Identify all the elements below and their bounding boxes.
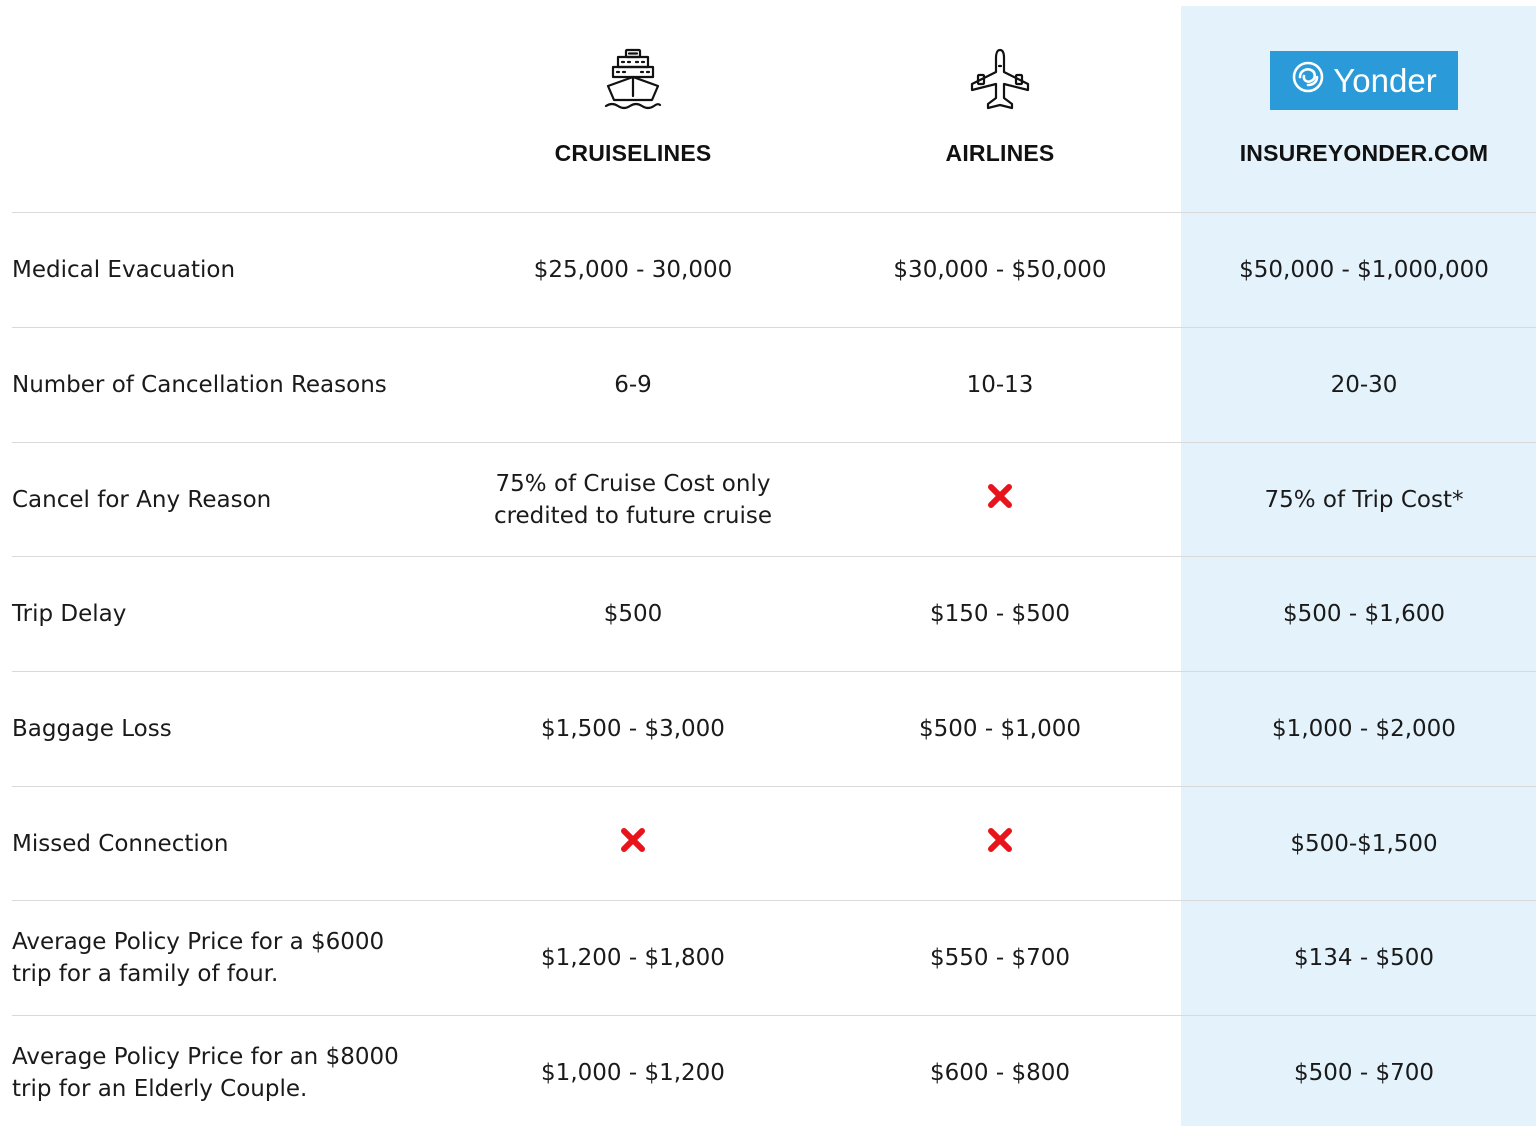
cell-airlines: 10-13 bbox=[966, 372, 1034, 398]
table-row-family-price: Average Policy Price for a $6000 trip fo… bbox=[0, 901, 1536, 1015]
cell-cruiselines: $1,200 - $1,800 bbox=[541, 945, 725, 971]
row-label: Number of Cancellation Reasons bbox=[12, 372, 387, 398]
cell-yonder: $500 - $700 bbox=[1294, 1060, 1434, 1086]
cell-yonder: $1,000 - $2,000 bbox=[1272, 716, 1456, 742]
cell-cruiselines: $1,000 - $1,200 bbox=[541, 1060, 725, 1086]
table-row-missed-connection: Missed Connection $500-$1,500 bbox=[0, 787, 1536, 901]
yonder-logo[interactable]: Yonder bbox=[1270, 51, 1458, 110]
cell-cruiselines: $25,000 - 30,000 bbox=[533, 257, 733, 283]
cell-cruiselines bbox=[447, 787, 819, 901]
cell-cruiselines: 6-9 bbox=[614, 372, 652, 398]
header-label-cruiselines: CRUISELINES bbox=[554, 140, 712, 166]
cell-yonder: $500-$1,500 bbox=[1290, 831, 1438, 857]
header-label-airlines: AIRLINES bbox=[945, 140, 1055, 166]
row-label: Trip Delay bbox=[12, 601, 127, 627]
airplane-icon bbox=[968, 48, 1032, 114]
header-label-yonder: INSUREYONDER.COM bbox=[1239, 140, 1489, 166]
cell-cruiselines: 75% of Cruise Cost only credited to futu… bbox=[493, 471, 773, 529]
cell-airlines: $600 - $800 bbox=[930, 1060, 1070, 1086]
cell-airlines bbox=[819, 787, 1181, 901]
table-row-cancellation-reasons: Number of Cancellation Reasons 6-9 10-13… bbox=[0, 328, 1536, 442]
x-mark-icon bbox=[987, 827, 1013, 862]
ship-icon bbox=[604, 48, 662, 114]
x-mark-icon bbox=[987, 483, 1013, 518]
cell-yonder: 20-30 bbox=[1330, 372, 1398, 398]
table-row-elderly-price: Average Policy Price for an $8000 trip f… bbox=[0, 1016, 1536, 1130]
row-label: Average Policy Price for a $6000 trip fo… bbox=[12, 929, 385, 987]
yonder-swirl-icon bbox=[1291, 60, 1325, 102]
cell-airlines bbox=[819, 443, 1181, 557]
table-row-cancel-any-reason: Cancel for Any Reason 75% of Cruise Cost… bbox=[0, 443, 1536, 557]
row-label: Missed Connection bbox=[12, 831, 229, 857]
cell-airlines: $550 - $700 bbox=[930, 945, 1070, 971]
yonder-logo-text: Yonder bbox=[1333, 61, 1437, 99]
row-label: Average Policy Price for an $8000 trip f… bbox=[12, 1044, 399, 1102]
cell-cruiselines: $1,500 - $3,000 bbox=[541, 716, 725, 742]
cell-yonder: 75% of Trip Cost* bbox=[1264, 487, 1464, 513]
table-row-baggage-loss: Baggage Loss $1,500 - $3,000 $500 - $1,0… bbox=[0, 672, 1536, 786]
x-mark-icon bbox=[620, 827, 646, 862]
cell-yonder: $134 - $500 bbox=[1294, 945, 1434, 971]
cell-airlines: $150 - $500 bbox=[930, 601, 1070, 627]
cell-cruiselines: $500 bbox=[603, 601, 663, 627]
table-row-trip-delay: Trip Delay $500 $150 - $500 $500 - $1,60… bbox=[0, 557, 1536, 671]
cell-yonder: $500 - $1,600 bbox=[1283, 601, 1445, 627]
cell-airlines: $500 - $1,000 bbox=[919, 716, 1081, 742]
cell-airlines: $30,000 - $50,000 bbox=[893, 257, 1107, 283]
row-label: Baggage Loss bbox=[12, 716, 172, 742]
header-yonder: Yonder INSUREYONDER.COM bbox=[1181, 0, 1536, 212]
header-cruiselines: CRUISELINES bbox=[447, 0, 819, 212]
row-label: Medical Evacuation bbox=[12, 257, 236, 283]
cell-yonder: $50,000 - $1,000,000 bbox=[1239, 257, 1489, 283]
row-label: Cancel for Any Reason bbox=[12, 487, 272, 513]
table-row-medical-evacuation: Medical Evacuation $25,000 - 30,000 $30,… bbox=[0, 213, 1536, 327]
header-airlines: AIRLINES bbox=[819, 0, 1181, 212]
